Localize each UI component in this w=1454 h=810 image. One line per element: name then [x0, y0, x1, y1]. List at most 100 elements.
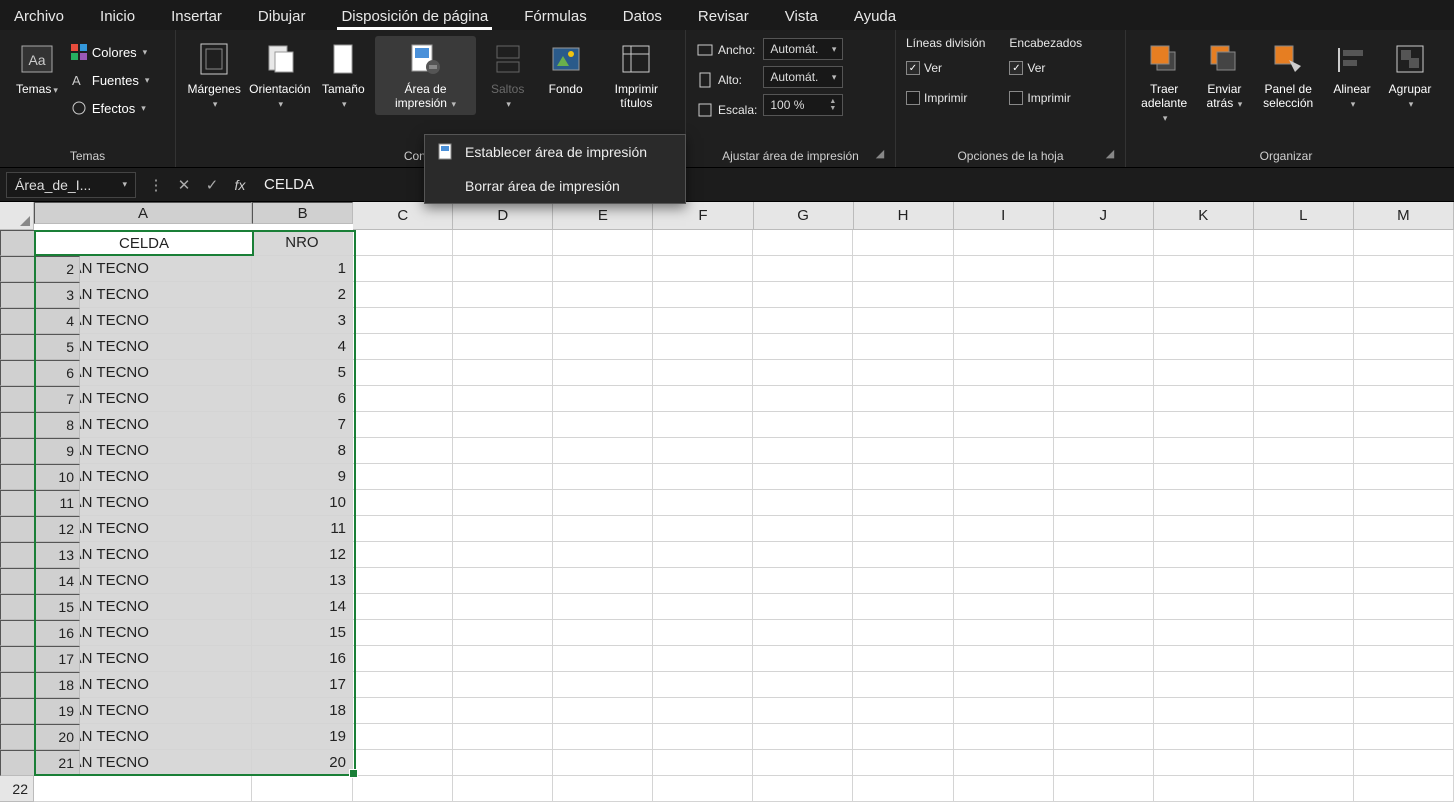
cell-K13[interactable] — [1154, 542, 1254, 568]
cell-L1[interactable] — [1254, 230, 1354, 256]
cell-L18[interactable] — [1254, 672, 1354, 698]
cell-G15[interactable] — [753, 594, 853, 620]
cell-M11[interactable] — [1354, 490, 1454, 516]
fonts-button[interactable]: AFuentes▾ — [70, 68, 150, 92]
cell-E22[interactable] — [553, 776, 653, 802]
cell-K17[interactable] — [1154, 646, 1254, 672]
cell-L9[interactable] — [1254, 438, 1354, 464]
cell-K20[interactable] — [1154, 724, 1254, 750]
row-header-16[interactable]: 16 — [0, 620, 80, 646]
cell-G1[interactable] — [753, 230, 853, 256]
cell-B13[interactable]: 12 — [252, 542, 353, 568]
colors-button[interactable]: Colores▾ — [70, 40, 150, 64]
cell-H14[interactable] — [853, 568, 953, 594]
cell-D16[interactable] — [453, 620, 553, 646]
row-header-8[interactable]: 8 — [0, 412, 80, 438]
align-button[interactable]: Alinear▾ — [1326, 36, 1378, 115]
cell-K10[interactable] — [1154, 464, 1254, 490]
cell-M17[interactable] — [1354, 646, 1454, 672]
cell-I10[interactable] — [954, 464, 1054, 490]
enter-button[interactable]: ✓ — [198, 176, 226, 194]
cell-I12[interactable] — [954, 516, 1054, 542]
cell-E20[interactable] — [553, 724, 653, 750]
cell-K21[interactable] — [1154, 750, 1254, 776]
cell-H8[interactable] — [853, 412, 953, 438]
tab-formulas[interactable]: Fórmulas — [520, 6, 591, 30]
cell-G16[interactable] — [753, 620, 853, 646]
cell-F8[interactable] — [653, 412, 753, 438]
cell-G8[interactable] — [753, 412, 853, 438]
cell-L20[interactable] — [1254, 724, 1354, 750]
cell-E16[interactable] — [553, 620, 653, 646]
cell-J8[interactable] — [1054, 412, 1154, 438]
cell-L16[interactable] — [1254, 620, 1354, 646]
cell-L21[interactable] — [1254, 750, 1354, 776]
cell-E3[interactable] — [553, 282, 653, 308]
cell-H2[interactable] — [853, 256, 953, 282]
cell-M1[interactable] — [1354, 230, 1454, 256]
cell-C5[interactable] — [353, 334, 453, 360]
cell-C22[interactable] — [353, 776, 453, 802]
cell-E18[interactable] — [553, 672, 653, 698]
cell-I18[interactable] — [954, 672, 1054, 698]
cell-J13[interactable] — [1054, 542, 1154, 568]
background-button[interactable]: Fondo — [540, 36, 592, 100]
cell-L11[interactable] — [1254, 490, 1354, 516]
cell-G21[interactable] — [753, 750, 853, 776]
cell-B2[interactable]: 1 — [252, 256, 353, 282]
cell-M5[interactable] — [1354, 334, 1454, 360]
cell-B9[interactable]: 8 — [252, 438, 353, 464]
cell-D13[interactable] — [453, 542, 553, 568]
tab-datos[interactable]: Datos — [619, 6, 666, 30]
cell-C20[interactable] — [353, 724, 453, 750]
col-header-M[interactable]: M — [1354, 202, 1454, 230]
cell-F2[interactable] — [653, 256, 753, 282]
cell-M20[interactable] — [1354, 724, 1454, 750]
cell-H6[interactable] — [853, 360, 953, 386]
cell-F4[interactable] — [653, 308, 753, 334]
cell-G12[interactable] — [753, 516, 853, 542]
cell-B4[interactable]: 3 — [252, 308, 353, 334]
cell-K15[interactable] — [1154, 594, 1254, 620]
cells-area[interactable]: CELDANROURBAN TECNO1URBAN TECNO2URBAN TE… — [34, 230, 1454, 810]
cell-E11[interactable] — [553, 490, 653, 516]
width-select[interactable]: Automát.▾ — [763, 38, 843, 60]
send-backward-button[interactable]: Enviar atrás ▾ — [1198, 36, 1250, 115]
effects-button[interactable]: Efectos▾ — [70, 96, 150, 120]
col-header-I[interactable]: I — [954, 202, 1054, 230]
cell-M3[interactable] — [1354, 282, 1454, 308]
tab-archivo[interactable]: Archivo — [10, 6, 68, 30]
cell-L19[interactable] — [1254, 698, 1354, 724]
cell-H12[interactable] — [853, 516, 953, 542]
cell-D12[interactable] — [453, 516, 553, 542]
gridlines-view-checkbox[interactable]: Ver — [906, 56, 985, 80]
row-header-5[interactable]: 5 — [0, 334, 80, 360]
row-header-11[interactable]: 11 — [0, 490, 80, 516]
cell-G9[interactable] — [753, 438, 853, 464]
cell-J19[interactable] — [1054, 698, 1154, 724]
cell-H7[interactable] — [853, 386, 953, 412]
cell-G3[interactable] — [753, 282, 853, 308]
cell-I9[interactable] — [954, 438, 1054, 464]
col-header-D[interactable]: D — [453, 202, 553, 230]
cell-I7[interactable] — [954, 386, 1054, 412]
cell-C15[interactable] — [353, 594, 453, 620]
cell-E12[interactable] — [553, 516, 653, 542]
cell-M6[interactable] — [1354, 360, 1454, 386]
row-header-19[interactable]: 19 — [0, 698, 80, 724]
cell-C16[interactable] — [353, 620, 453, 646]
cell-I14[interactable] — [954, 568, 1054, 594]
cell-J7[interactable] — [1054, 386, 1154, 412]
cell-E17[interactable] — [553, 646, 653, 672]
cell-D20[interactable] — [453, 724, 553, 750]
cell-I2[interactable] — [954, 256, 1054, 282]
cell-F19[interactable] — [653, 698, 753, 724]
cell-E8[interactable] — [553, 412, 653, 438]
cell-D5[interactable] — [453, 334, 553, 360]
cell-J6[interactable] — [1054, 360, 1154, 386]
cell-G22[interactable] — [753, 776, 853, 802]
cell-B6[interactable]: 5 — [252, 360, 353, 386]
cell-I6[interactable] — [954, 360, 1054, 386]
cell-I16[interactable] — [954, 620, 1054, 646]
cell-L15[interactable] — [1254, 594, 1354, 620]
